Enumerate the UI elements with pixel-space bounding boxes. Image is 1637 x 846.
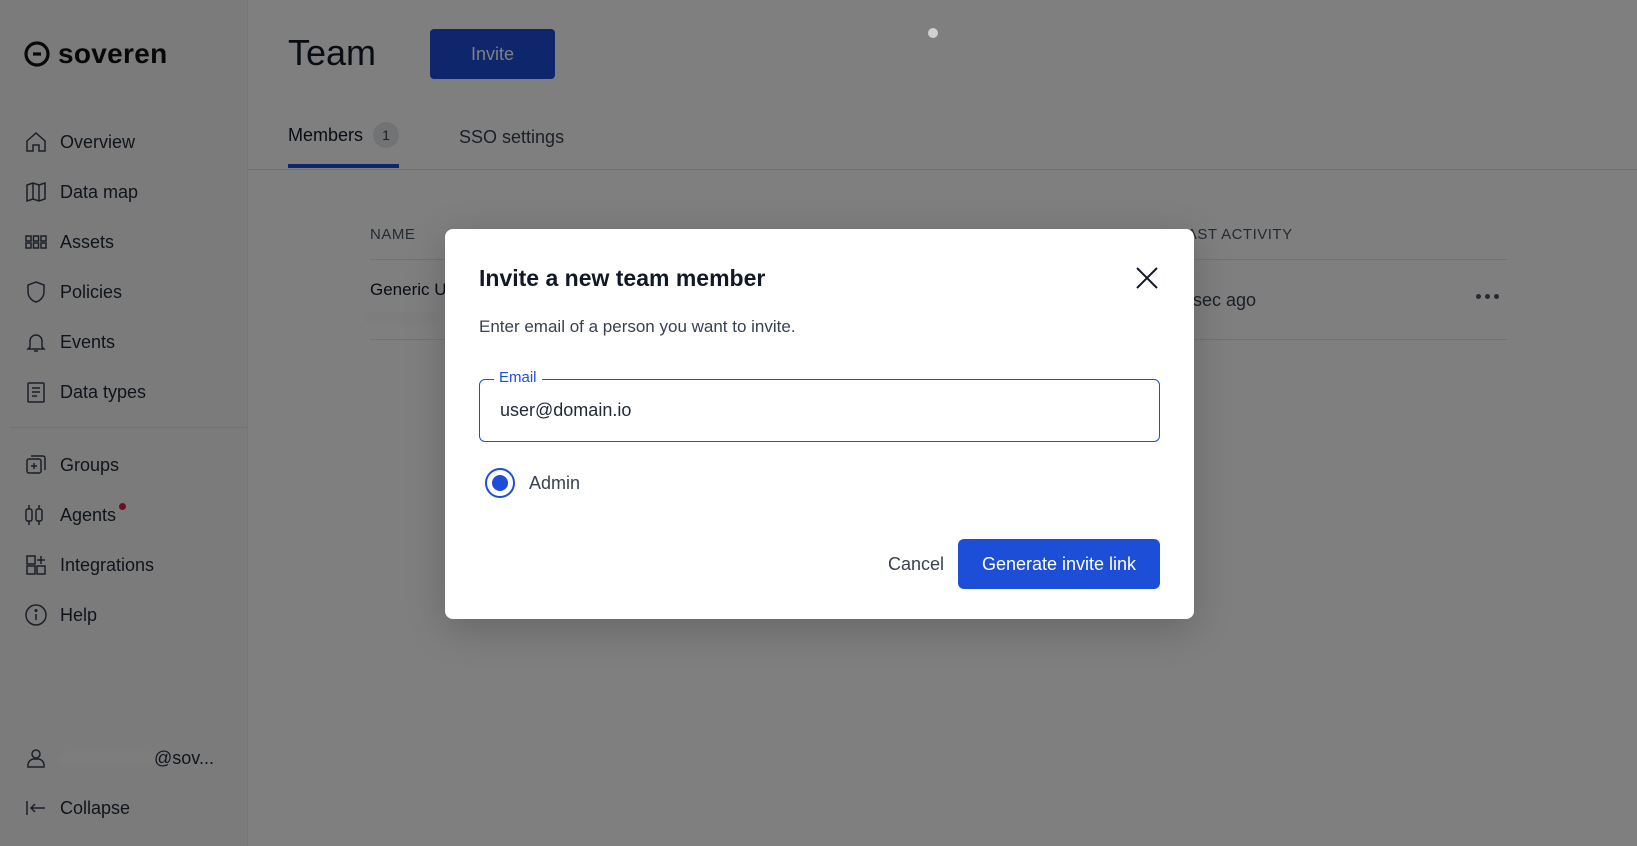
role-admin-option[interactable]: Admin: [485, 468, 580, 498]
admin-radio[interactable]: [485, 468, 515, 498]
cancel-button[interactable]: Cancel: [867, 539, 965, 589]
invite-modal: Invite a new team member Enter email of …: [445, 229, 1194, 619]
close-icon[interactable]: [1132, 263, 1162, 293]
cursor-indicator: [928, 28, 938, 38]
modal-description: Enter email of a person you want to invi…: [479, 317, 796, 336]
email-field[interactable]: Email: [479, 369, 1160, 442]
email-input[interactable]: [500, 380, 1140, 441]
generate-invite-link-button[interactable]: Generate invite link: [958, 539, 1160, 589]
modal-title: Invite a new team member: [479, 265, 766, 291]
admin-radio-label: Admin: [529, 472, 581, 493]
